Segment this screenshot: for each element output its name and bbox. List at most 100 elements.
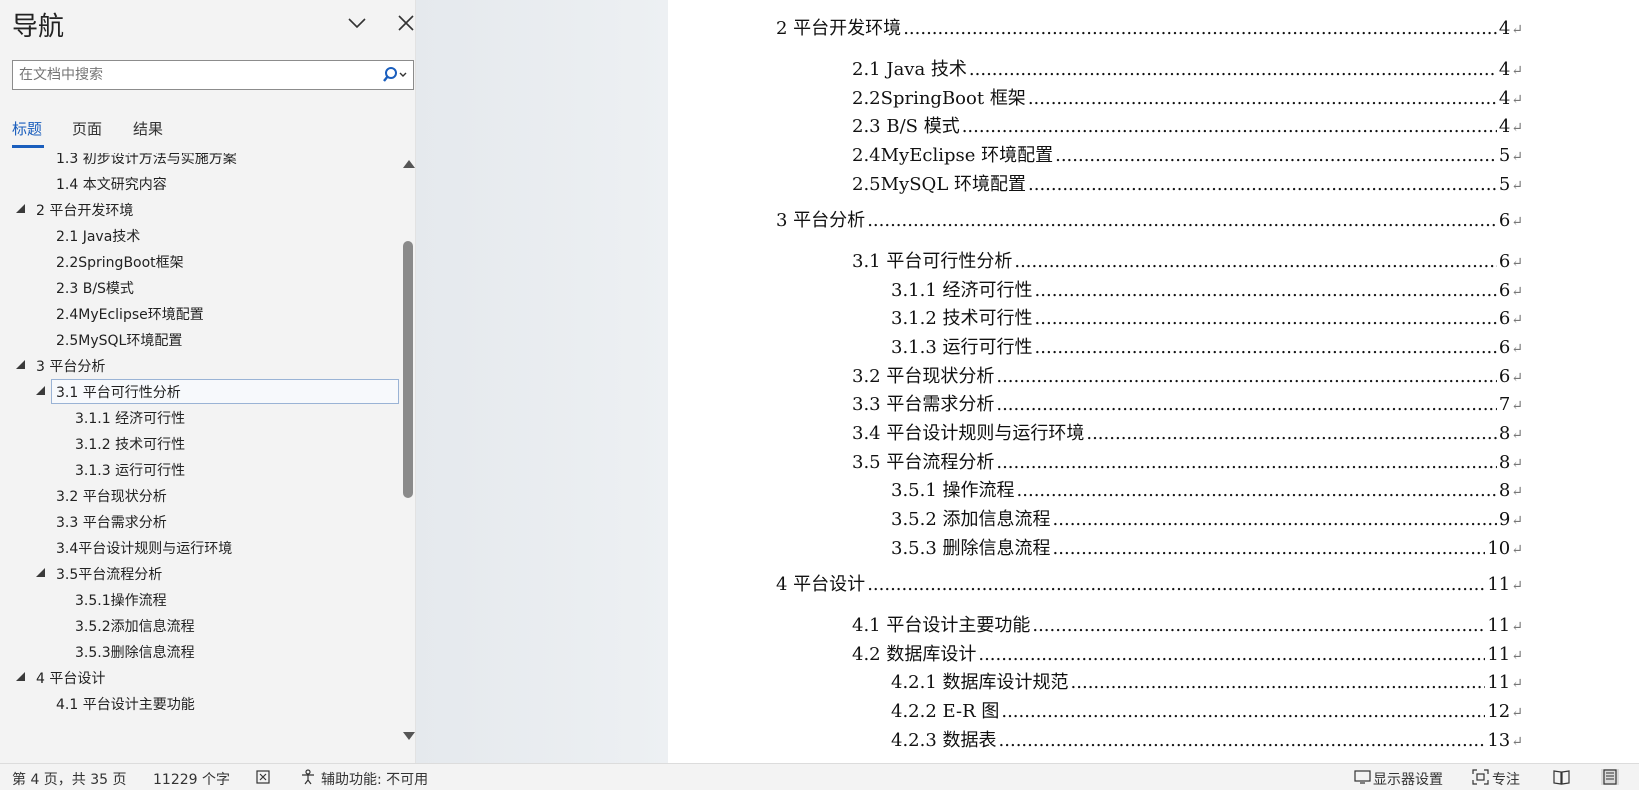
- paragraph-mark-icon: ↵: [1511, 120, 1523, 137]
- toc-entry-title: 4.2.3 数据表: [891, 729, 997, 751]
- tree-item[interactable]: 2.1 Java技术: [0, 222, 400, 248]
- toc-entry[interactable]: 4.2.1 数据库设计规范 11↵: [891, 668, 1523, 693]
- toc-entry-page: 11: [1487, 573, 1511, 595]
- toc-entry[interactable]: 3.5 平台流程分析 8↵: [852, 448, 1523, 473]
- toc-entry[interactable]: 4.1 平台设计主要功能 11↵: [852, 611, 1523, 636]
- scroll-up-icon[interactable]: [403, 160, 415, 168]
- toc-entry-title: 4.2.2 E-R 图: [891, 700, 1000, 722]
- accessibility-status[interactable]: 辅助功能: 不可用: [321, 769, 428, 789]
- tree-item[interactable]: 1.4 本文研究内容: [0, 170, 400, 196]
- toc-entry[interactable]: 3.1.3 运行可行性 6↵: [891, 333, 1523, 358]
- toc-entry[interactable]: 3.5.1 操作流程 8↵: [891, 476, 1523, 501]
- toc-entry-title: 3.5.2 添加信息流程: [891, 509, 1051, 531]
- nav-scrollbar[interactable]: [400, 160, 416, 750]
- tree-item[interactable]: 3.5.1操作流程: [0, 586, 400, 612]
- tree-item[interactable]: 3.5.3删除信息流程: [0, 638, 400, 664]
- toc-entry[interactable]: 3.1.2 技术可行性 6↵: [891, 304, 1523, 330]
- toc-entry-page: 6: [1498, 308, 1511, 330]
- tree-item[interactable]: 3.1.3 运行可行性: [0, 456, 400, 482]
- scroll-thumb[interactable]: [403, 241, 413, 498]
- scroll-down-icon[interactable]: [403, 732, 415, 740]
- page-info[interactable]: 第 4 页，共 35 页: [12, 769, 127, 789]
- tab-pages[interactable]: 页面: [72, 118, 102, 139]
- expand-triangle-icon[interactable]: [16, 672, 25, 681]
- tree-item[interactable]: 2.3 B/S模式: [0, 274, 400, 300]
- toc-entry[interactable]: 3.4 平台设计规则与运行环境 8↵: [852, 419, 1523, 444]
- toc-entry-title: 3.4 平台设计规则与运行环境: [852, 423, 1085, 444]
- expand-triangle-icon[interactable]: [36, 386, 45, 395]
- toc-entry[interactable]: 3.3 平台需求分析 7↵: [852, 390, 1523, 415]
- toc-entry-title: 2 平台开发环境: [776, 18, 902, 39]
- tree-item[interactable]: 1.3 初步设计方法与实施方案: [0, 153, 400, 170]
- toc-entry-page: 6: [1498, 209, 1511, 231]
- tree-item-label: 3.1.1 经济可行性: [75, 411, 186, 427]
- toc-dot-leader: [1035, 337, 1497, 358]
- proofing-icon[interactable]: [256, 769, 274, 785]
- toc-entry[interactable]: 3.1 平台可行性分析 6↵: [852, 247, 1523, 272]
- tree-item[interactable]: 2.2SpringBoot框架: [0, 248, 400, 274]
- tree-item-label: 3.5.3删除信息流程: [75, 645, 195, 661]
- paragraph-mark-icon: ↵: [1511, 577, 1523, 594]
- tree-item[interactable]: 3.1 平台可行性分析: [0, 378, 400, 404]
- toc-entry[interactable]: 2.2SpringBoot 框架 4↵: [852, 84, 1523, 109]
- paragraph-mark-icon: ↵: [1511, 149, 1523, 166]
- toc-entry[interactable]: 2 平台开发环境 4↵: [776, 14, 1523, 39]
- print-layout-icon[interactable]: [1601, 769, 1619, 785]
- paragraph-mark-icon: ↵: [1511, 312, 1523, 329]
- toc-entry-page: 5: [1498, 145, 1511, 167]
- document-page[interactable]: 2 平台开发环境4↵2.1 Java 技术4↵2.2SpringBoot 框架4…: [668, 0, 1639, 763]
- toc-entry[interactable]: 4 平台设计 11↵: [776, 570, 1523, 595]
- tree-item-label: 2.2SpringBoot框架: [56, 255, 184, 271]
- toc-entry[interactable]: 4.2.2 E-R 图 12↵: [891, 697, 1523, 722]
- close-icon[interactable]: [394, 11, 418, 35]
- tree-item[interactable]: 2 平台开发环境: [0, 196, 400, 222]
- expand-triangle-icon[interactable]: [36, 568, 45, 577]
- tree-item[interactable]: 3.5平台流程分析: [0, 560, 400, 586]
- tree-item[interactable]: 4.1 平台设计主要功能: [0, 690, 400, 716]
- toc-entry[interactable]: 4.2.3 数据表 13↵: [891, 726, 1523, 751]
- toc-entry[interactable]: 2.5MySQL 环境配置 5↵: [852, 170, 1523, 195]
- tree-item[interactable]: 2.4MyEclipse环境配置: [0, 300, 400, 326]
- toc-entry[interactable]: 2.4MyEclipse 环境配置 5↵: [852, 141, 1523, 167]
- toc-entry[interactable]: 3 平台分析 6↵: [776, 206, 1523, 231]
- toc-dot-leader: [969, 59, 1497, 80]
- tree-item[interactable]: 3.2 平台现状分析: [0, 482, 400, 508]
- toc-entry[interactable]: 3.1.1 经济可行性 6↵: [891, 276, 1523, 301]
- tree-item[interactable]: 3.4平台设计规则与运行环境: [0, 534, 400, 560]
- display-settings-button[interactable]: 显示器设置: [1373, 769, 1443, 789]
- tree-item-label: 4.1 平台设计主要功能: [56, 697, 195, 713]
- tree-item[interactable]: 3.1.2 技术可行性: [0, 430, 400, 456]
- toc-entry[interactable]: 3.5.3 删除信息流程 10↵: [891, 534, 1523, 559]
- expand-triangle-icon[interactable]: [16, 204, 25, 213]
- tree-item[interactable]: 3 平台分析: [0, 352, 400, 378]
- toc-entry-page: 8: [1498, 423, 1511, 444]
- toc-entry[interactable]: 4.2 数据库设计 11↵: [852, 640, 1523, 665]
- accessibility-icon[interactable]: [300, 769, 318, 785]
- display-settings-icon[interactable]: [1354, 769, 1372, 785]
- tree-item-label: 1.4 本文研究内容: [56, 177, 167, 193]
- toc-entry[interactable]: 2.1 Java 技术 4↵: [852, 55, 1523, 80]
- tree-item[interactable]: 2.5MySQL环境配置: [0, 326, 400, 352]
- read-mode-icon[interactable]: [1553, 769, 1571, 785]
- focus-icon[interactable]: [1472, 769, 1490, 785]
- toc-entry[interactable]: 3.2 平台现状分析 6↵: [852, 362, 1523, 387]
- tree-item[interactable]: 3.1.1 经济可行性: [0, 404, 400, 430]
- tree-item[interactable]: 4 平台设计: [0, 664, 400, 690]
- search-input[interactable]: [19, 65, 374, 85]
- expand-triangle-icon[interactable]: [16, 360, 25, 369]
- chevron-down-icon[interactable]: [345, 11, 369, 35]
- toc-entry-title: 3.1.3 运行可行性: [891, 336, 1033, 358]
- search-icon[interactable]: [381, 65, 411, 85]
- tree-item[interactable]: 3.5.2添加信息流程: [0, 612, 400, 638]
- tab-results[interactable]: 结果: [133, 118, 163, 139]
- tab-headings[interactable]: 标题: [12, 118, 42, 139]
- paragraph-mark-icon: ↵: [1511, 177, 1523, 194]
- heading-tree: 1.3 初步设计方法与实施方案 1.4 本文研究内容 2 平台开发环境 2.1 Jav…: [0, 153, 400, 746]
- toc-entry-page: 4: [1498, 59, 1511, 80]
- focus-button[interactable]: 专注: [1492, 769, 1520, 789]
- tree-item[interactable]: 3.3 平台需求分析: [0, 508, 400, 534]
- toc-entry[interactable]: 3.5.2 添加信息流程 9↵: [891, 505, 1523, 530]
- word-count[interactable]: 11229 个字: [153, 769, 230, 789]
- toc-entry-page: 11: [1487, 614, 1511, 636]
- toc-entry[interactable]: 2.3 B/S 模式 4↵: [852, 112, 1523, 137]
